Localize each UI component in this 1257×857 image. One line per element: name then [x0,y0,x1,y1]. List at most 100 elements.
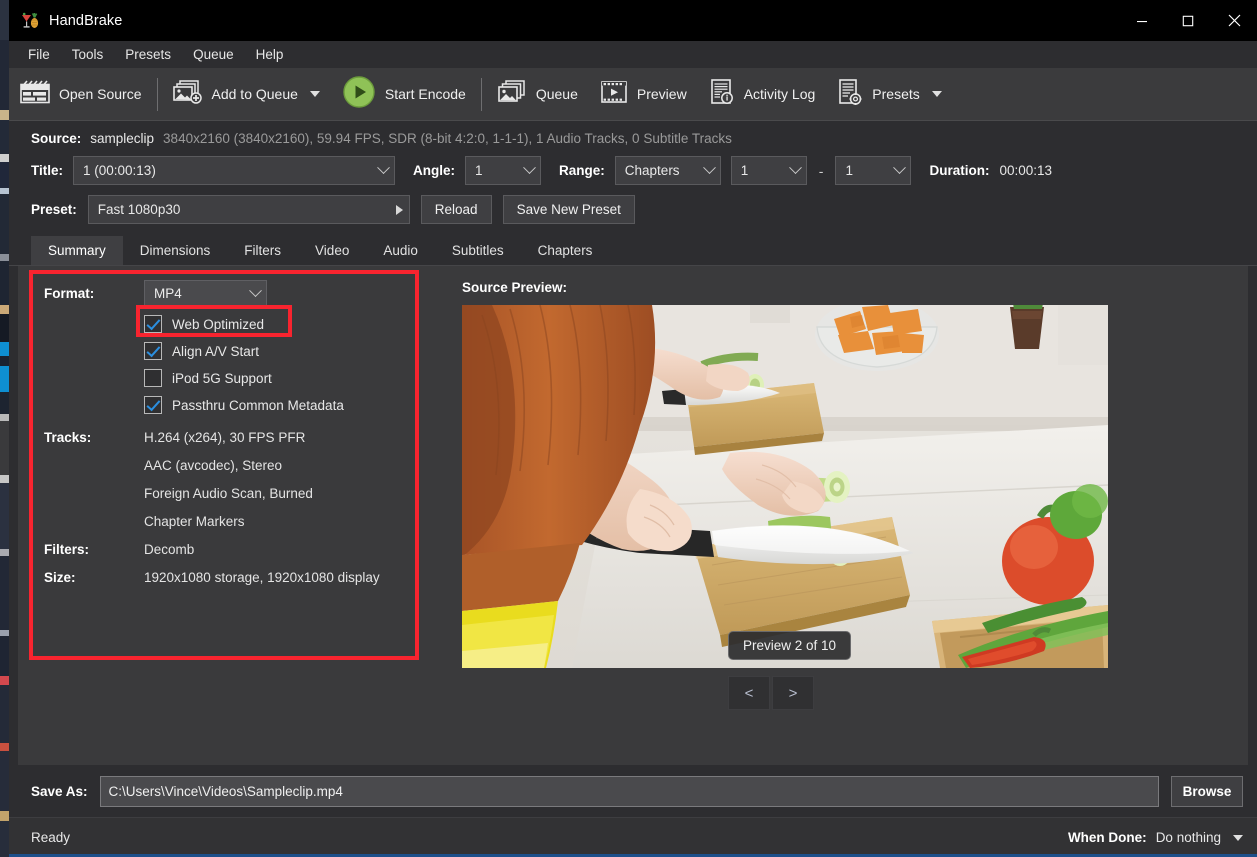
film-play-icon [600,79,628,110]
range-end-select[interactable]: 1 [835,156,911,185]
passthru-metadata-row[interactable]: Passthru Common Metadata [144,396,448,414]
range-start-value: 1 [741,163,785,178]
duration-value: 00:00:13 [999,163,1052,178]
filters-row: Filters: Decomb [44,542,448,557]
play-circle-icon [342,75,376,114]
chevron-down-icon [894,161,907,174]
preview-counter-badge: Preview 2 of 10 [728,631,851,660]
tab-bar: Summary Dimensions Filters Video Audio S… [9,234,1257,266]
menu-tools[interactable]: Tools [61,43,115,66]
align-av-start-checkbox[interactable] [144,342,162,360]
filters-label: Filters: [44,542,144,557]
toolbar: Open Source Add to Queue [9,68,1257,121]
handbrake-window: HandBrake File Tools Presets Queue Help [0,0,1257,857]
preset-select[interactable]: Fast 1080p30 [88,195,410,224]
content-area: Source: sampleclip 3840x2160 (3840x2160)… [9,121,1257,857]
tab-filters[interactable]: Filters [227,236,298,265]
toolbar-separator [157,78,158,111]
presets-button[interactable]: Presets [826,72,952,117]
chevron-down-icon [377,161,390,174]
passthru-metadata-label: Passthru Common Metadata [172,398,344,413]
status-text: Ready [31,830,70,845]
source-preview-label: Source Preview: [462,280,1248,295]
title-select[interactable]: 1 (00:00:13) [73,156,395,185]
title-select-value: 1 (00:00:13) [83,163,373,178]
tab-audio[interactable]: Audio [366,236,435,265]
start-encode-button[interactable]: Start Encode [331,72,477,117]
toolbar-separator [481,78,482,111]
preview-column: Source Preview: [448,280,1248,765]
open-source-button[interactable]: Open Source [9,72,153,117]
add-to-queue-button[interactable]: Add to Queue [162,72,331,117]
menu-help[interactable]: Help [245,43,295,66]
background-window-sliver [0,0,9,857]
save-new-preset-button[interactable]: Save New Preset [503,195,635,224]
tab-summary[interactable]: Summary [31,236,123,265]
title-bar: HandBrake [9,0,1257,41]
chevron-down-icon[interactable] [310,91,320,97]
preview-button[interactable]: Preview [589,72,698,117]
browse-button[interactable]: Browse [1171,776,1243,807]
handbrake-main-window: HandBrake File Tools Presets Queue Help [9,0,1257,857]
presets-label: Presets [872,86,919,102]
chevron-down-icon [523,161,536,174]
source-metadata: 3840x2160 (3840x2160), 59.94 FPS, SDR (8… [163,131,732,146]
close-icon[interactable] [1211,0,1257,41]
track-audio: AAC (avcodec), Stereo [144,458,313,473]
when-done-value: Do nothing [1156,830,1221,845]
chevron-down-icon[interactable] [1233,835,1243,841]
angle-label: Angle: [413,163,455,178]
source-row: Source: sampleclip 3840x2160 (3840x2160)… [9,121,1257,150]
queue-button[interactable]: Queue [486,72,589,117]
menu-bar: File Tools Presets Queue Help [9,41,1257,68]
track-subtitle: Foreign Audio Scan, Burned [144,486,313,501]
track-chapters: Chapter Markers [144,514,313,529]
chevron-down-icon [703,161,716,174]
tracks-values: H.264 (x264), 30 FPS PFR AAC (avcodec), … [144,430,313,529]
open-source-label: Open Source [59,86,142,102]
angle-select[interactable]: 1 [465,156,541,185]
preview-previous-button[interactable]: < [728,676,770,710]
format-options-list: Web Optimized Align A/V Start iPod 5G Su… [144,315,448,414]
tab-dimensions[interactable]: Dimensions [123,236,228,265]
chevron-down-icon[interactable] [932,91,942,97]
status-bar: Ready When Done: Do nothing [9,817,1257,857]
menu-file[interactable]: File [17,43,61,66]
range-end-value: 1 [845,163,889,178]
menu-presets[interactable]: Presets [114,43,182,66]
menu-queue[interactable]: Queue [182,43,245,66]
preview-next-button[interactable]: > [772,676,814,710]
range-start-select[interactable]: 1 [731,156,807,185]
chevron-down-icon [249,284,262,297]
range-type-select[interactable]: Chapters [615,156,721,185]
ipod-5g-support-checkbox[interactable] [144,369,162,387]
web-optimized-label: Web Optimized [172,317,264,332]
align-av-start-row[interactable]: Align A/V Start [144,342,448,360]
document-info-icon [709,78,735,111]
minimize-icon[interactable] [1119,0,1165,41]
activity-log-button[interactable]: Activity Log [698,72,827,117]
web-optimized-checkbox[interactable] [144,315,162,333]
tracks-label: Tracks: [44,430,144,529]
reload-button[interactable]: Reload [421,195,492,224]
tracks-row: Tracks: H.264 (x264), 30 FPS PFR AAC (av… [44,430,448,529]
ipod-5g-support-row[interactable]: iPod 5G Support [144,369,448,387]
range-type-value: Chapters [625,163,699,178]
web-optimized-row[interactable]: Web Optimized [144,315,448,333]
activity-log-label: Activity Log [744,86,816,102]
title-label: Title: [31,163,63,178]
format-select[interactable]: MP4 [144,280,267,307]
preset-select-value: Fast 1080p30 [98,202,390,217]
align-av-start-label: Align A/V Start [172,344,259,359]
size-values: 1920x1080 storage, 1920x1080 display [144,570,380,585]
maximize-icon[interactable] [1165,0,1211,41]
when-done-control[interactable]: When Done: Do nothing [1068,830,1243,845]
size-value: 1920x1080 storage, 1920x1080 display [144,570,380,585]
add-image-icon [173,79,203,110]
tab-chapters[interactable]: Chapters [521,236,610,265]
passthru-metadata-checkbox[interactable] [144,396,162,414]
ipod-5g-support-label: iPod 5G Support [172,371,272,386]
tab-video[interactable]: Video [298,236,366,265]
tab-subtitles[interactable]: Subtitles [435,236,521,265]
destination-path-input[interactable] [100,776,1159,807]
